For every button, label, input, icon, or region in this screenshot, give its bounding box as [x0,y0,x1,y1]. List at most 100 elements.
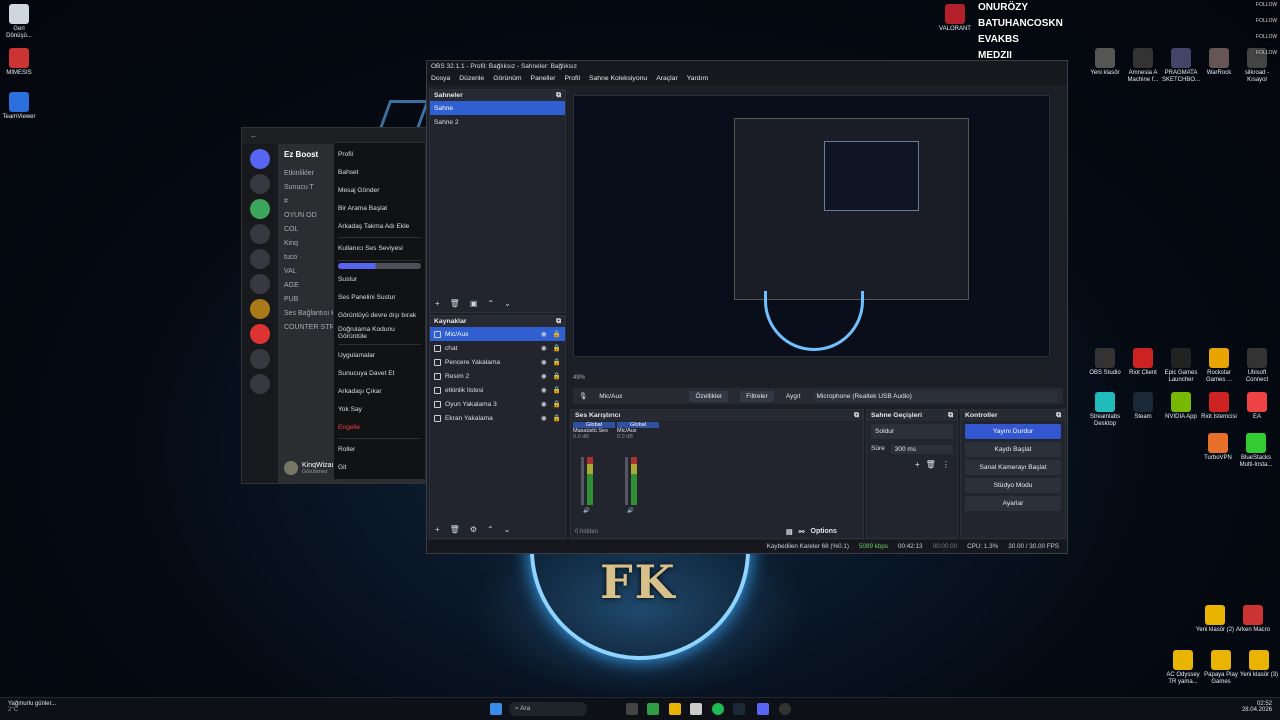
undock-icon[interactable]: ⧉ [1056,412,1061,419]
context-menu-item[interactable]: Roller [338,441,421,459]
context-menu-item[interactable]: Sunucuya Davet Et [338,365,421,383]
source-item[interactable]: etkinlik listesi ◉ 🔒 [430,383,565,397]
properties-button[interactable]: Özellikler [689,390,729,402]
add-icon[interactable]: + [435,299,440,308]
steam-icon[interactable] [733,703,745,715]
speaker-icon[interactable]: 🔊 [583,508,590,514]
lock-icon[interactable]: 🔒 [553,372,561,380]
trash-icon[interactable]: 🗑 [926,460,936,469]
context-menu-item[interactable]: Profil [338,146,421,164]
obs-menu-item[interactable]: Paneller [531,75,556,83]
desktop-shortcut[interactable]: Riot İstemcisi [1199,392,1239,421]
obs-menu-item[interactable]: Sahne Koleksiyonu [589,75,647,83]
source-item[interactable]: Oyun Yakalama 3 ◉ 🔒 [430,397,565,411]
source-item[interactable]: Ekran Yakalama ◉ 🔒 [430,411,565,425]
store-icon[interactable] [690,703,702,715]
lock-icon[interactable]: 🔒 [553,414,561,422]
filter-icon[interactable]: ▣ [470,299,478,308]
search-box[interactable]: ⌕ Ara [509,702,587,716]
control-button[interactable]: Ayarlar [965,496,1061,511]
speaker-icon[interactable]: 🔊 [627,508,634,514]
undock-icon[interactable]: ⧉ [556,318,561,325]
down-icon[interactable]: ⌄ [504,299,511,308]
desktop-shortcut[interactable]: TeamViewer [0,92,38,121]
more-icon[interactable]: ⋮ [942,460,950,469]
up-icon[interactable]: ⌃ [487,299,494,308]
add-icon[interactable]: + [435,525,440,534]
volume-slider[interactable] [338,262,421,269]
start-button[interactable] [490,703,502,715]
desktop-shortcut[interactable]: EA [1237,392,1277,421]
context-menu-item[interactable]: Görüntüyü devre dışı bırak [338,306,421,324]
context-menu-item[interactable]: Uygulamalar [338,347,421,365]
desktop-shortcut[interactable]: Arken Macro [1233,605,1273,634]
server-icon[interactable] [250,274,270,294]
desktop-shortcut[interactable]: Papaya Play Games [1201,650,1241,686]
task-view-icon[interactable] [626,703,638,715]
undock-icon[interactable]: ⧉ [948,412,953,419]
desktop-shortcut[interactable]: Geri Dönüşü... [0,4,38,40]
filters-button[interactable]: Filtreler [740,390,774,402]
server-icon[interactable] [250,324,270,344]
obs-menu-item[interactable]: Profil [564,75,580,83]
user-panel[interactable]: KinqWizarD Görünmez [284,461,339,475]
context-menu-item[interactable]: Yok Say [338,400,421,418]
obs-icon[interactable] [779,703,791,715]
lock-icon[interactable]: 🔒 [553,386,561,394]
context-menu-item[interactable]: Bahset [338,164,421,182]
transition-select[interactable]: Soldur [871,424,953,439]
obs-menu-item[interactable]: Dosya [431,75,450,83]
eye-icon[interactable]: ◉ [541,372,547,380]
link-icon[interactable]: ⚯ [799,528,805,536]
lock-icon[interactable]: 🔒 [553,400,561,408]
context-menu-item[interactable]: Sustur [338,271,421,289]
eye-icon[interactable]: ◉ [541,386,547,394]
context-menu-item[interactable]: Kullanıcı Ses Seviyesi [338,240,421,258]
obs-menu-item[interactable]: Görünüm [493,75,521,83]
eye-icon[interactable]: ◉ [541,414,547,422]
add-icon[interactable]: + [915,460,920,469]
volume-fader[interactable] [581,457,584,505]
spotify-icon[interactable] [712,703,724,715]
file-explorer-icon[interactable] [669,703,681,715]
trash-icon[interactable]: 🗑 [450,525,460,534]
obs-menu-item[interactable]: Araçlar [656,75,678,83]
server-icon[interactable] [250,299,270,319]
context-menu-item[interactable]: Arkadaşı Çıkar [338,383,421,401]
context-menu-item[interactable]: Mesaj Gönder [338,182,421,200]
chrome-icon[interactable] [647,703,659,715]
device-select[interactable]: Microphone (Realtek USB Audio) [812,390,1057,402]
control-button[interactable]: Stüdyo Modu [965,478,1061,493]
layout-icon[interactable]: ▤ [786,528,793,536]
eye-icon[interactable]: ◉ [541,400,547,408]
context-menu-item[interactable]: Bir Arama Başlat [338,199,421,217]
source-item[interactable]: Resim 2 ◉ 🔒 [430,369,565,383]
server-icon[interactable] [250,249,270,269]
source-item[interactable]: Mic/Aux ◉ 🔒 [430,327,565,341]
desktop-shortcut[interactable]: Ubisoft Connect [1237,348,1277,384]
control-button[interactable]: Sanal Kamerayı Başlat [965,460,1061,475]
undock-icon[interactable]: ⧉ [556,92,561,99]
desktop-shortcut[interactable]: Streamlabs Desktop [1085,392,1125,428]
lock-icon[interactable]: 🔒 [553,330,561,338]
zoom-level[interactable]: 49% [573,375,585,381]
server-icon[interactable] [250,174,270,194]
context-menu-item[interactable]: Git [338,459,421,477]
trash-icon[interactable]: 🗑 [450,299,460,308]
weather-widget[interactable]: Yağmurlu günler... 2°C [8,701,56,713]
desktop-shortcut[interactable]: Epic Games Launcher [1161,348,1201,384]
eye-icon[interactable]: ◉ [541,344,547,352]
down-icon[interactable]: ⌄ [504,525,511,534]
scene-item[interactable]: Sahne [430,101,565,115]
volume-fader[interactable] [625,457,628,505]
desktop-shortcut[interactable]: Steam [1123,392,1163,421]
obs-menu-item[interactable]: Yardım [687,75,708,83]
desktop-shortcut[interactable]: TurboVPN [1198,433,1238,462]
scene-item[interactable]: Sahne 2 [430,115,565,129]
context-menu-item[interactable]: Engelle [338,418,421,436]
desktop-shortcut[interactable]: NVIDIA App [1161,392,1201,421]
up-icon[interactable]: ⌃ [487,525,494,534]
options-button[interactable]: Options [811,528,837,536]
context-menu-item[interactable]: Arkadaş Takma Adı Ekle [338,217,421,235]
gear-icon[interactable]: ⚙ [470,525,477,534]
